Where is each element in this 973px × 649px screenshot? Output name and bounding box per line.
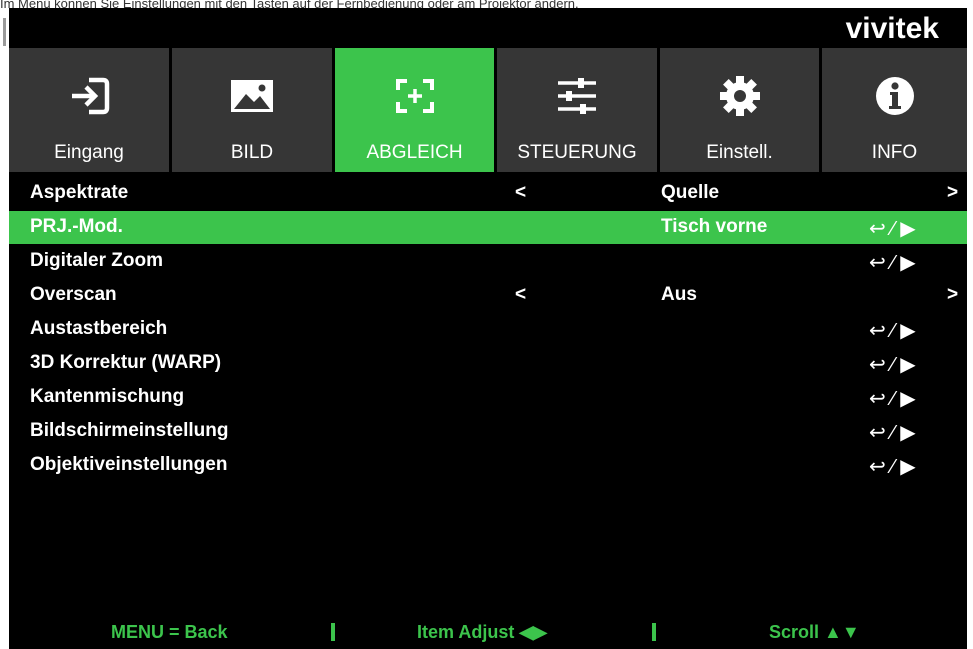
decrease-arrow[interactable]: < (515, 284, 526, 306)
menu-tabs: Eingang BILD ABGLEICH STEUERUNG Einstell… (9, 48, 967, 172)
enter-submenu-icon[interactable]: ↩ ⁄ ▶ (869, 250, 916, 275)
increase-arrow[interactable]: > (947, 182, 958, 204)
menu-item-value: Quelle (661, 182, 720, 203)
menu-item-label: 3D Korrektur (WARP) (30, 352, 222, 373)
enter-submenu-icon[interactable]: ↩ ⁄ ▶ (869, 318, 916, 343)
info-icon (822, 72, 967, 120)
tab-label: Eingang (54, 142, 124, 163)
menu-item-value: Tisch vorne (661, 216, 768, 237)
menu-item-value: Aus (661, 284, 697, 305)
tab-label: Einstell. (706, 142, 773, 163)
tab-label: ABGLEICH (366, 142, 463, 163)
enter-submenu-icon[interactable]: ↩ ⁄ ▶ (869, 386, 916, 411)
enter-submenu-icon[interactable]: ↩ ⁄ ▶ (869, 216, 916, 241)
menu-row-digitaler-zoom[interactable]: Digitaler Zoom ↩ ⁄ ▶ (9, 245, 967, 278)
menu-item-label: Aspektrate (30, 182, 129, 203)
tab-label: STEUERUNG (517, 142, 637, 163)
tab-eingang[interactable]: Eingang (9, 48, 169, 172)
osd-header: vivitek (9, 8, 967, 48)
margin-mark (3, 18, 6, 46)
tab-label: INFO (871, 142, 918, 163)
menu-row-3d-korrektur[interactable]: 3D Korrektur (WARP) ↩ ⁄ ▶ (9, 347, 967, 380)
menu-item-label: Austastbereich (30, 318, 168, 339)
increase-arrow[interactable]: > (947, 284, 958, 306)
tab-einstell[interactable]: Einstell. (660, 48, 819, 172)
adjust-hint: Item Adjust ◀▶ (417, 622, 548, 642)
tab-info[interactable]: INFO (822, 48, 967, 172)
alignment-icon (335, 72, 494, 120)
gear-icon (660, 72, 819, 120)
decrease-arrow[interactable]: < (515, 182, 526, 204)
footer-separator (331, 623, 335, 641)
image-icon (172, 72, 332, 120)
enter-submenu-icon[interactable]: ↩ ⁄ ▶ (869, 420, 916, 445)
sliders-icon (497, 72, 657, 120)
scroll-hint: Scroll ▲▼ (769, 622, 860, 642)
menu-item-label: Bildschirmeinstellung (30, 420, 229, 441)
menu-row-objektiveinstellungen[interactable]: Objektiveinstellungen ↩ ⁄ ▶ (9, 449, 967, 482)
menu-item-label: Objektiveinstellungen (30, 454, 228, 475)
left-page-edge (0, 8, 9, 649)
menu-row-aspektrate[interactable]: Aspektrate < Quelle > (9, 177, 967, 210)
vivitek-logo: vivitek (845, 12, 939, 45)
right-page-edge (967, 8, 973, 649)
footer-separator (652, 623, 656, 641)
enter-submenu-icon[interactable]: ↩ ⁄ ▶ (869, 454, 916, 479)
footer-hint-bar: MENU = Back Item Adjust ◀▶ Scroll ▲▼ (9, 615, 967, 649)
menu-row-bildschirmeinstellung[interactable]: Bildschirmeinstellung ↩ ⁄ ▶ (9, 415, 967, 448)
tab-steuerung[interactable]: STEUERUNG (497, 48, 657, 172)
cropped-caption: Im Menü können Sie Einstellungen mit den… (0, 0, 973, 8)
tab-bild[interactable]: BILD (172, 48, 332, 172)
menu-item-label: PRJ.-Mod. (30, 216, 123, 237)
menu-row-prj-mod[interactable]: PRJ.-Mod. Tisch vorne ↩ ⁄ ▶ (9, 211, 967, 244)
enter-submenu-icon[interactable]: ↩ ⁄ ▶ (869, 352, 916, 377)
input-icon (9, 72, 169, 120)
menu-list: Aspektrate < Quelle > PRJ.-Mod. Tisch vo… (9, 174, 967, 614)
menu-item-label: Kantenmischung (30, 386, 185, 407)
tab-label: BILD (230, 142, 274, 163)
menu-row-overscan[interactable]: Overscan < Aus > (9, 279, 967, 312)
tab-abgleich[interactable]: ABGLEICH (335, 48, 494, 172)
osd-menu-screen: vivitek Eingang BILD ABGLEICH STEUERUNG … (9, 8, 967, 649)
back-hint: MENU = Back (111, 622, 228, 642)
menu-item-label: Digitaler Zoom (30, 250, 164, 271)
menu-row-kantenmischung[interactable]: Kantenmischung ↩ ⁄ ▶ (9, 381, 967, 414)
menu-item-label: Overscan (30, 284, 117, 305)
menu-row-austastbereich[interactable]: Austastbereich ↩ ⁄ ▶ (9, 313, 967, 346)
